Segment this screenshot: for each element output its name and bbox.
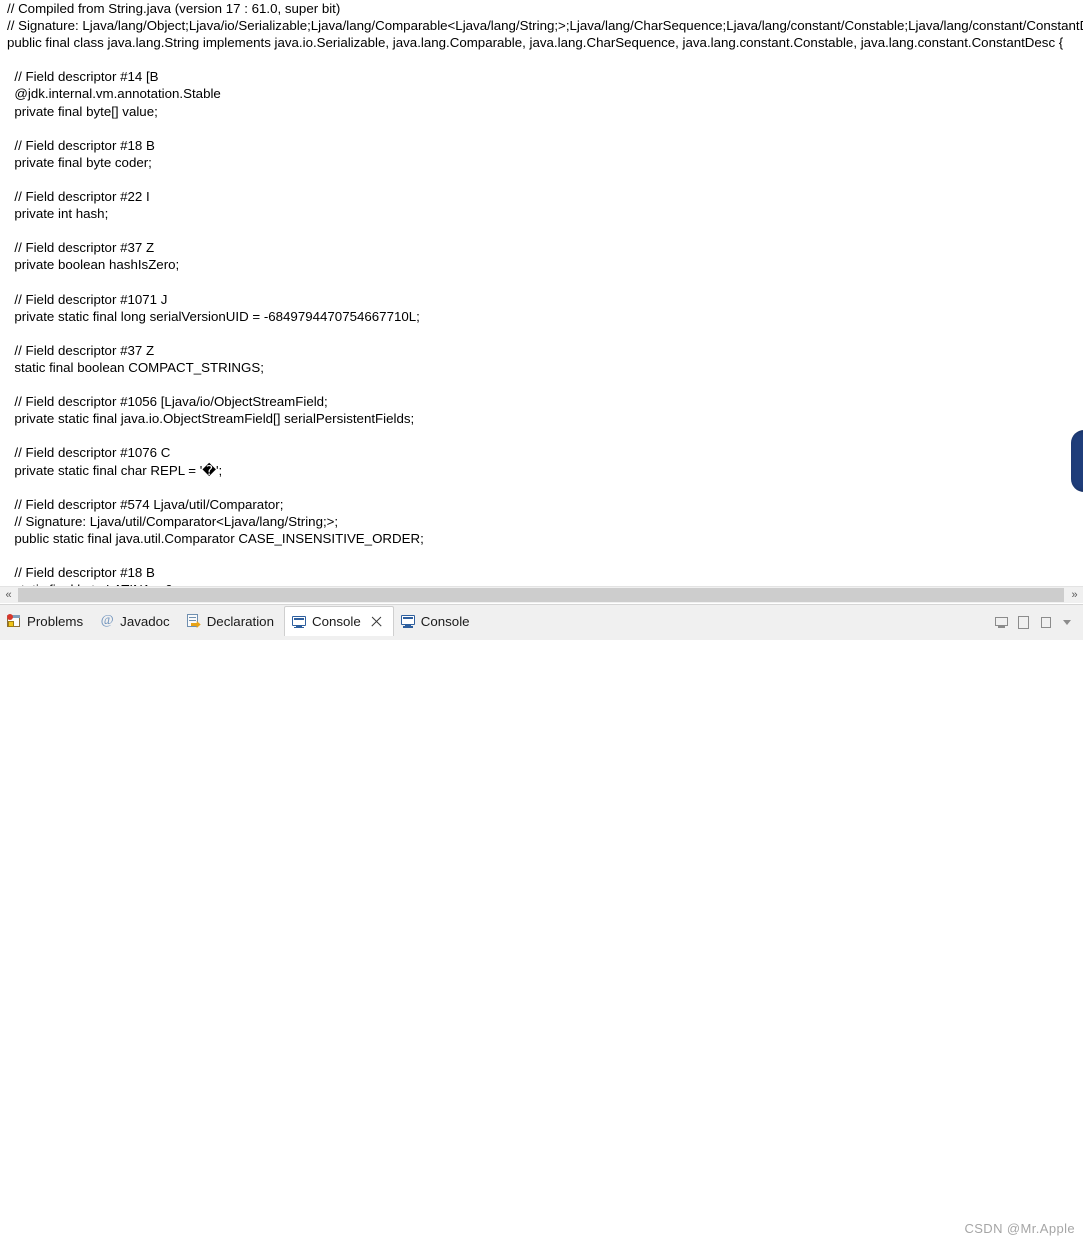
edge-overlay-artifact	[1071, 430, 1083, 492]
view-tab-problems[interactable]: Problems	[0, 606, 93, 636]
code-line: static final boolean COMPACT_STRINGS;	[7, 359, 264, 375]
horizontal-scrollbar[interactable]: « »	[0, 586, 1083, 603]
code-line: private boolean hashIsZero;	[7, 257, 180, 273]
code-line: // Field descriptor #1071 J	[7, 291, 168, 307]
view-tab-console[interactable]: Console	[394, 606, 480, 636]
code-line: // Field descriptor #14 [B	[7, 69, 159, 85]
view-tab-label: Problems	[27, 613, 84, 629]
code-line: @jdk.internal.vm.annotation.Stable	[7, 86, 221, 102]
view-toolbar	[993, 613, 1077, 633]
code-line: private static final long serialVersionU…	[7, 308, 420, 324]
open-console-button[interactable]	[1015, 614, 1033, 632]
pin-console-button[interactable]	[1037, 614, 1055, 632]
code-line: public final class java.lang.String impl…	[7, 35, 1064, 51]
view-tab-console[interactable]: Console	[283, 606, 394, 636]
view-tab-label: Console	[420, 613, 470, 629]
code-line: private static final java.io.ObjectStrea…	[7, 411, 415, 427]
code-line: // Field descriptor #37 Z	[7, 240, 155, 256]
horizontal-scrollbar-thumb[interactable]	[18, 588, 1064, 602]
code-line: public static final java.util.Comparator…	[7, 530, 424, 546]
view-tab-label: Javadoc	[120, 613, 170, 629]
class-file-editor[interactable]: // Compiled from String.java (version 17…	[0, 0, 1083, 586]
code-line: private final byte[] value;	[7, 103, 158, 119]
close-icon[interactable]	[370, 615, 383, 628]
view-tab-bar: Problems @ Javadoc Declaration Console Consol…	[0, 604, 1083, 1236]
code-line: // Field descriptor #18 B	[7, 565, 155, 581]
javadoc-icon: @	[100, 613, 114, 628]
code-line: // Field descriptor #1076 C	[7, 445, 171, 461]
code-line: // Field descriptor #37 Z	[7, 342, 155, 358]
scroll-left-arrow-icon[interactable]: «	[0, 587, 17, 603]
view-tab-label: Console	[311, 614, 361, 629]
scroll-right-arrow-icon[interactable]: »	[1066, 587, 1083, 603]
view-tab-label: Declaration	[206, 613, 274, 629]
watermark-text: CSDN @Mr.Apple	[964, 1220, 1075, 1236]
code-content[interactable]: // Compiled from String.java (version 17…	[7, 0, 1083, 586]
code-line: // Compiled from String.java (version 17…	[7, 1, 341, 16]
view-tab-javadoc[interactable]: @ Javadoc	[93, 606, 180, 636]
code-line: private static final char REPL = '�';	[7, 462, 223, 478]
display-selected-console-button[interactable]	[993, 614, 1011, 632]
code-line: private int hash;	[7, 206, 109, 222]
problems-icon	[6, 613, 22, 629]
view-menu-button[interactable]	[1059, 614, 1077, 632]
view-tab-declaration[interactable]: Declaration	[180, 606, 284, 636]
code-line: // Signature: Ljava/lang/Object;Ljava/io…	[7, 18, 1083, 34]
view-tab-strip: Problems @ Javadoc Declaration Console Consol…	[0, 606, 480, 636]
code-line: // Field descriptor #22 I	[7, 189, 150, 205]
watermark: CSDN @Mr.Apple	[964, 1217, 1075, 1239]
console-icon	[400, 613, 416, 629]
code-line: // Field descriptor #18 B	[7, 137, 155, 153]
code-line: // Field descriptor #574 Ljava/util/Comp…	[7, 496, 284, 512]
declaration-icon	[186, 613, 202, 629]
console-icon	[291, 614, 307, 630]
code-line: // Signature: Ljava/util/Comparator<Ljav…	[7, 513, 339, 529]
code-line: // Field descriptor #1056 [Ljava/io/Obje…	[7, 394, 328, 410]
code-line: private final byte coder;	[7, 154, 152, 170]
